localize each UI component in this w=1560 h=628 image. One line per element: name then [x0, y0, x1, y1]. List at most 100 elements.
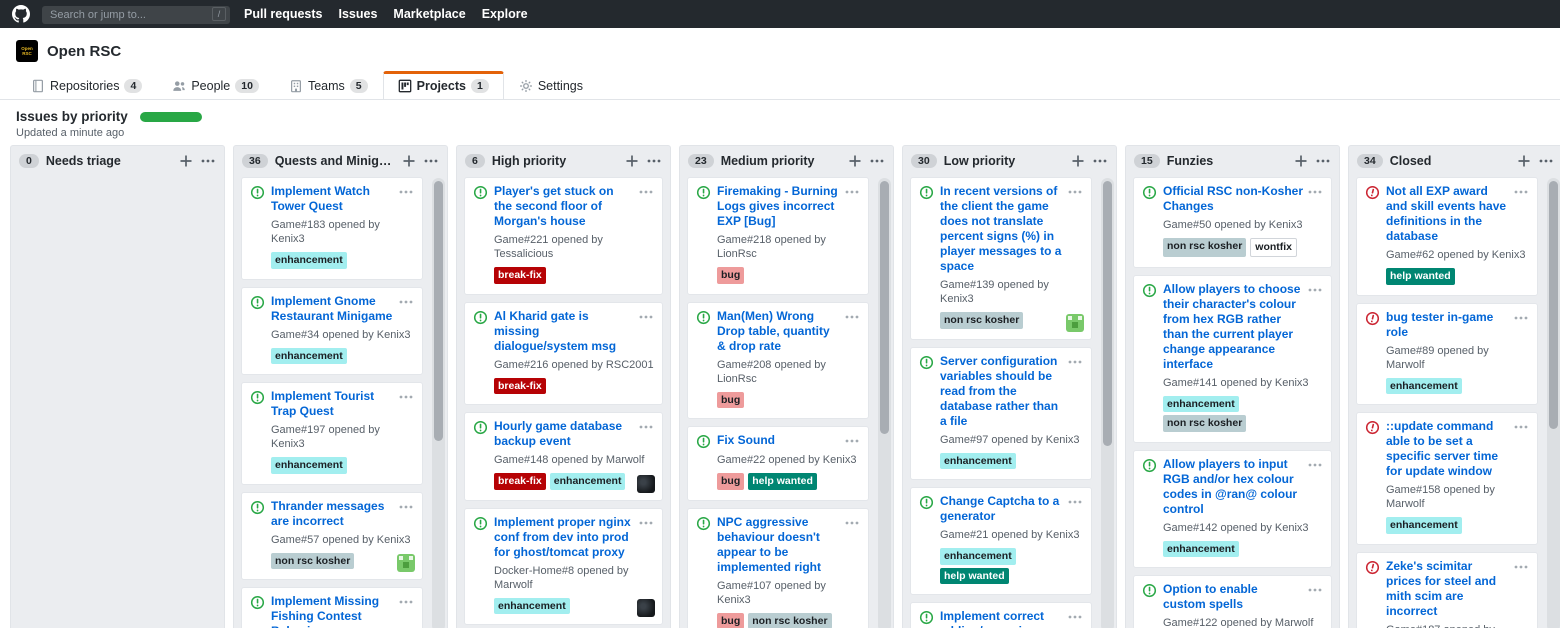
- label-bug[interactable]: bug: [717, 267, 744, 284]
- card-title[interactable]: Implement Missing Fishing Contest Behavi…: [271, 594, 394, 628]
- card-title[interactable]: Player's get stuck on the second floor o…: [494, 184, 634, 229]
- card-title[interactable]: Hourly game database backup event: [494, 419, 634, 449]
- kebab-icon[interactable]: [844, 515, 860, 531]
- kebab-icon[interactable]: [1513, 310, 1529, 326]
- project-card[interactable]: Zeke's scimitar prices for steel and mit…: [1356, 552, 1538, 628]
- org-avatar[interactable]: Open RSC: [16, 40, 38, 62]
- plus-icon[interactable]: [1070, 153, 1086, 169]
- label-non-rsc-kosher[interactable]: non rsc kosher: [940, 312, 1023, 329]
- label-enhancement[interactable]: enhancement: [271, 348, 347, 365]
- kebab-icon[interactable]: [844, 433, 860, 449]
- project-card[interactable]: ::update command able to be set a specif…: [1356, 412, 1538, 545]
- tab-settings[interactable]: Settings: [504, 71, 598, 100]
- project-card[interactable]: Man(Men) Wrong Drop table, quantity & dr…: [687, 302, 869, 420]
- kebab-icon[interactable]: [1307, 184, 1323, 200]
- project-card[interactable]: Implement Watch Tower QuestGame#183 open…: [241, 177, 423, 280]
- label-bug[interactable]: bug: [717, 613, 744, 628]
- label-bug[interactable]: bug: [717, 392, 744, 409]
- project-card[interactable]: Player's get stuck on the second floor o…: [464, 177, 663, 295]
- project-card[interactable]: bug tester in-game roleGame#89 opened by…: [1356, 303, 1538, 406]
- label-wontfix[interactable]: wontfix: [1250, 238, 1297, 257]
- kebab-icon[interactable]: [398, 294, 414, 310]
- project-card[interactable]: Implement Tourist Trap QuestGame#197 ope…: [241, 382, 423, 485]
- topnav-link-pull-requests[interactable]: Pull requests: [244, 7, 323, 21]
- column-scrollbar-thumb[interactable]: [1103, 181, 1112, 446]
- plus-icon[interactable]: [1516, 153, 1532, 169]
- topnav-link-explore[interactable]: Explore: [482, 7, 528, 21]
- kebab-icon[interactable]: [1315, 153, 1331, 169]
- project-card[interactable]: Option to enable custom spellsGame#122 o…: [1133, 575, 1332, 628]
- tab-people[interactable]: People10: [157, 71, 274, 100]
- card-title[interactable]: Allow players to input RGB and/or hex co…: [1163, 457, 1303, 517]
- label-enhancement[interactable]: enhancement: [271, 252, 347, 269]
- card-title[interactable]: Option to enable custom spells: [1163, 582, 1303, 612]
- plus-icon[interactable]: [178, 153, 194, 169]
- label-enhancement[interactable]: enhancement: [1163, 396, 1239, 413]
- card-title[interactable]: NPC aggressive behaviour doesn't appear …: [717, 515, 840, 575]
- label-enhancement[interactable]: enhancement: [494, 598, 570, 615]
- github-logo-icon[interactable]: [12, 5, 30, 23]
- project-card[interactable]: Allow players to input RGB and/or hex co…: [1133, 450, 1332, 569]
- kebab-icon[interactable]: [1538, 153, 1554, 169]
- project-card[interactable]: Server configuration variables should be…: [910, 347, 1092, 481]
- kebab-icon[interactable]: [1092, 153, 1108, 169]
- label-help-wanted[interactable]: help wanted: [940, 568, 1009, 585]
- kebab-icon[interactable]: [200, 153, 216, 169]
- project-card[interactable]: Implement Missing Fishing Contest Behavi…: [241, 587, 423, 628]
- label-enhancement[interactable]: enhancement: [940, 548, 1016, 565]
- kebab-icon[interactable]: [646, 153, 662, 169]
- card-title[interactable]: Not all EXP award and skill events have …: [1386, 184, 1509, 244]
- kebab-icon[interactable]: [1067, 494, 1083, 510]
- card-title[interactable]: Zeke's scimitar prices for steel and mit…: [1386, 559, 1509, 619]
- org-name[interactable]: Open RSC: [47, 43, 121, 60]
- card-title[interactable]: Implement correct adding/removing friend…: [940, 609, 1063, 628]
- project-card[interactable]: In recent versions of the client the gam…: [910, 177, 1092, 340]
- kebab-icon[interactable]: [1067, 609, 1083, 625]
- label-enhancement[interactable]: enhancement: [940, 453, 1016, 470]
- label-bug[interactable]: bug: [717, 473, 744, 490]
- column-scrollbar-thumb[interactable]: [1549, 181, 1558, 429]
- label-break-fix[interactable]: break-fix: [494, 473, 546, 490]
- search-input[interactable]: [42, 6, 230, 24]
- project-card[interactable]: NPC aggressive behaviour doesn't appear …: [687, 508, 869, 628]
- project-title[interactable]: Issues by priority: [16, 109, 128, 124]
- kebab-icon[interactable]: [638, 184, 654, 200]
- card-title[interactable]: In recent versions of the client the gam…: [940, 184, 1063, 274]
- card-title[interactable]: ::update command able to be set a specif…: [1386, 419, 1509, 479]
- kebab-icon[interactable]: [638, 515, 654, 531]
- plus-icon[interactable]: [401, 153, 417, 169]
- project-card[interactable]: Allow players to choose their character'…: [1133, 275, 1332, 443]
- card-title[interactable]: Man(Men) Wrong Drop table, quantity & dr…: [717, 309, 840, 354]
- card-title[interactable]: Allow players to choose their character'…: [1163, 282, 1303, 372]
- kebab-icon[interactable]: [398, 594, 414, 610]
- kebab-icon[interactable]: [423, 153, 439, 169]
- project-card[interactable]: Fix SoundGame#22 opened by Kenix3bughelp…: [687, 426, 869, 501]
- card-title[interactable]: Fix Sound: [717, 433, 840, 449]
- label-help-wanted[interactable]: help wanted: [1386, 268, 1455, 285]
- tab-repositories[interactable]: Repositories4: [16, 71, 157, 100]
- project-card[interactable]: Implement Gnome Restaurant MinigameGame#…: [241, 287, 423, 376]
- topnav-link-marketplace[interactable]: Marketplace: [393, 7, 465, 21]
- project-card[interactable]: Hourly game database backup eventGame#14…: [464, 412, 663, 501]
- card-title[interactable]: bug tester in-game role: [1386, 310, 1509, 340]
- project-card[interactable]: Firemaking - Burning Logs gives incorrec…: [687, 177, 869, 295]
- card-title[interactable]: Server configuration variables should be…: [940, 354, 1063, 429]
- kebab-icon[interactable]: [398, 389, 414, 405]
- column-scrollbar-thumb[interactable]: [880, 181, 889, 434]
- card-title[interactable]: Implement proper nginx conf from dev int…: [494, 515, 634, 560]
- kebab-icon[interactable]: [1067, 354, 1083, 370]
- project-card[interactable]: Official RSC non-Kosher ChangesGame#50 o…: [1133, 177, 1332, 268]
- kebab-icon[interactable]: [844, 184, 860, 200]
- label-break-fix[interactable]: break-fix: [494, 378, 546, 395]
- card-title[interactable]: Change Captcha to a generator: [940, 494, 1063, 524]
- kebab-icon[interactable]: [638, 419, 654, 435]
- label-non-rsc-kosher[interactable]: non rsc kosher: [748, 613, 831, 628]
- kebab-icon[interactable]: [1513, 559, 1529, 575]
- project-card[interactable]: Thrander messages are incorrectGame#57 o…: [241, 492, 423, 581]
- kebab-icon[interactable]: [869, 153, 885, 169]
- card-title[interactable]: Implement Watch Tower Quest: [271, 184, 394, 214]
- card-title[interactable]: Al Kharid gate is missing dialogue/syste…: [494, 309, 634, 354]
- label-help-wanted[interactable]: help wanted: [748, 473, 817, 490]
- topnav-link-issues[interactable]: Issues: [339, 7, 378, 21]
- label-enhancement[interactable]: enhancement: [550, 473, 626, 490]
